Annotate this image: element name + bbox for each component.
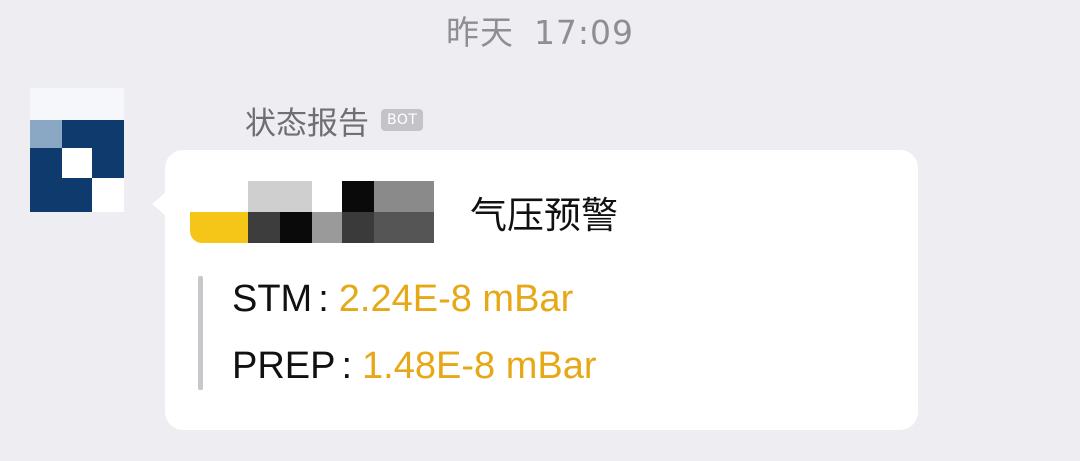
timestamp-time: 17:09: [533, 13, 635, 52]
redacted-mosaic: [190, 181, 468, 243]
bot-avatar[interactable]: [30, 88, 124, 212]
sender-row: 状态报告 BOT: [245, 98, 424, 143]
reading-value: 2.24E-8 mBar: [338, 278, 574, 320]
reading-row-stm: STM:2.24E-8 mBar: [232, 278, 573, 321]
bot-badge: BOT: [381, 109, 424, 131]
message-title-row: 气压预警: [190, 181, 618, 243]
bubble-tail: [152, 192, 166, 216]
quote-bar: [198, 276, 203, 390]
reading-value: 1.48E-8 mBar: [362, 345, 597, 387]
timestamp-day: 昨天: [445, 13, 514, 52]
reading-row-prep: PREP:1.48E-8 mBar: [232, 345, 597, 388]
reading-colon: :: [341, 345, 353, 387]
reading-colon: :: [318, 278, 329, 320]
reading-label: PREP: [232, 345, 336, 387]
sender-name[interactable]: 状态报告: [245, 98, 369, 143]
message-timestamp: 昨天 17:09: [0, 6, 1080, 54]
message-title: 气压预警: [470, 194, 618, 237]
reading-label: STM: [232, 278, 313, 320]
